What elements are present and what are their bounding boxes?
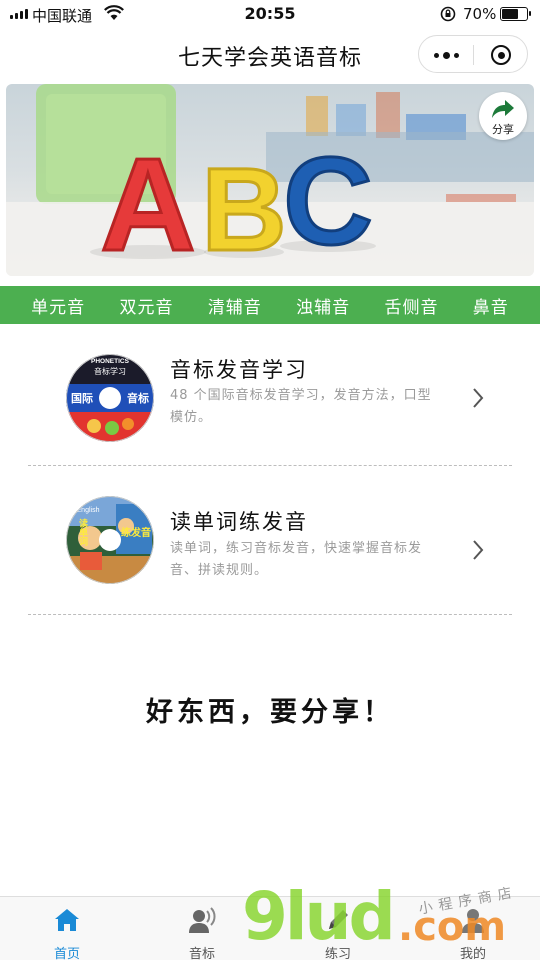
share-arrow-icon: [492, 100, 514, 118]
dashed-divider: [28, 614, 512, 615]
svg-text:音标学习: 音标学习: [94, 366, 126, 376]
item-title: 读单词练发音: [170, 510, 308, 534]
tabbar-practice[interactable]: 练习: [293, 897, 383, 960]
tabbar-phonetics[interactable]: 音标: [157, 897, 247, 960]
banner-letter-b: B: [201, 144, 286, 276]
phonetics-disc-thumbnail: PHONETICS 音标学习 国际 音标: [66, 354, 154, 442]
tabbar-label: 音标: [188, 947, 215, 960]
tab-voiceless-consonant[interactable]: 清辅音: [208, 293, 262, 318]
chevron-right-icon: [473, 540, 484, 560]
battery-icon: [500, 7, 531, 21]
tabbar-home[interactable]: 首页: [22, 897, 112, 960]
item-description: 读单词，练习音标发音，快速掌握音标发音、拼读规则。: [170, 541, 423, 578]
nav-bar: 七天学会英语音标: [0, 28, 540, 80]
share-slogan: 好东西，要分享！: [146, 697, 394, 728]
tabbar-label: 首页: [53, 947, 80, 960]
list-item-phonetics-learning[interactable]: PHONETICS 音标学习 国际 音标 音标发音学习 48 个国际音标发音学习…: [0, 330, 540, 480]
tabbar-label: 我的: [459, 947, 486, 960]
speaker-person-icon: [189, 907, 216, 933]
tab-voiced-consonant[interactable]: 浊辅音: [296, 293, 350, 318]
more-dots-icon: [433, 52, 439, 58]
pencil-icon: [329, 910, 348, 929]
tab-lateral[interactable]: 舌侧音: [384, 293, 438, 318]
rotation-lock-icon: [440, 6, 456, 22]
banner-letter-c: C: [283, 133, 373, 271]
status-bar: 中国联通 20:55 70%: [0, 0, 540, 28]
category-tabs: 单元音 双元音 清辅音 浊辅音 舌侧音 鼻音: [0, 286, 540, 324]
tabbar-mine[interactable]: 我的: [428, 897, 518, 960]
share-label: 分享: [492, 123, 514, 136]
svg-text:音标: 音标: [127, 391, 149, 405]
home-icon: [55, 909, 79, 931]
item-description: 48 个国际音标发音学习，发音方法，口型模仿。: [170, 388, 432, 425]
close-button[interactable]: [474, 36, 528, 74]
dashed-divider: [28, 465, 512, 466]
tabbar-label: 练习: [324, 947, 351, 960]
more-button[interactable]: [419, 36, 473, 74]
clock: 20:55: [244, 4, 296, 23]
banner-image[interactable]: A B C: [6, 84, 534, 276]
banner-letter-a: A: [100, 131, 195, 276]
tab-diphthong[interactable]: 双元音: [119, 293, 173, 318]
share-button[interactable]: 分享: [479, 92, 527, 140]
user-icon: [462, 909, 484, 933]
tab-monophthong[interactable]: 单元音: [31, 293, 85, 318]
mini-program-capsule: [418, 35, 528, 73]
svg-text:读单词: 读单词: [77, 517, 88, 546]
list-item-word-pronunciation[interactable]: English 读单词 练发音 读单词练发音 读单词，练习音标发音，快速掌握音标…: [0, 480, 540, 630]
word-practice-disc-thumbnail: English 读单词 练发音: [66, 496, 154, 584]
bottom-tab-bar: 首页 音标 练习 我的: [0, 896, 540, 960]
battery-percent: 70%: [463, 5, 497, 23]
svg-text:国际: 国际: [71, 391, 93, 405]
svg-text:练发音: 练发音: [121, 526, 151, 539]
svg-text:PHONETICS: PHONETICS: [91, 358, 130, 365]
banner-illustration: A B C: [6, 84, 534, 276]
tab-nasal[interactable]: 鼻音: [473, 293, 509, 318]
target-close-icon: [491, 45, 511, 65]
chevron-right-icon: [473, 388, 484, 408]
item-title: 音标发音学习: [170, 358, 308, 382]
